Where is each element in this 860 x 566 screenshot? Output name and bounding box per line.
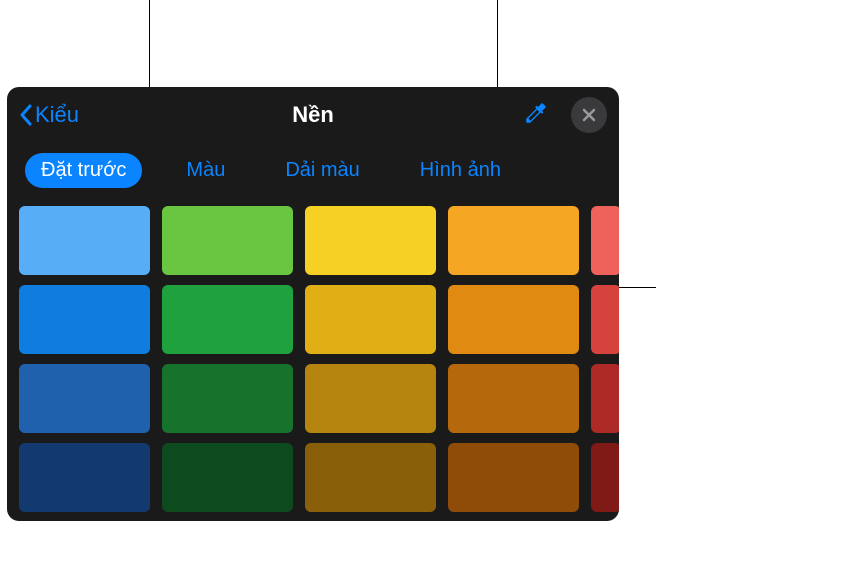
swatch-col-orange — [448, 206, 579, 512]
close-button[interactable] — [571, 97, 607, 133]
swatch[interactable] — [19, 285, 150, 354]
swatch-scroll[interactable] — [7, 206, 619, 521]
tab-bar: Đặt trước Màu Dải màu Hình ảnh — [7, 143, 619, 206]
page-title: Nền — [292, 102, 334, 128]
swatch[interactable] — [305, 364, 436, 433]
eyedropper-icon — [523, 100, 549, 126]
tab-gradient[interactable]: Dải màu — [269, 153, 375, 188]
swatch[interactable] — [448, 206, 579, 275]
close-icon — [581, 107, 597, 123]
panel-header: Kiểu Nền — [7, 87, 619, 143]
swatch[interactable] — [591, 443, 619, 512]
swatch-grid — [19, 206, 607, 512]
header-actions — [519, 96, 607, 135]
swatch[interactable] — [305, 443, 436, 512]
swatch-col-yellow — [305, 206, 436, 512]
swatch[interactable] — [19, 206, 150, 275]
swatch[interactable] — [305, 285, 436, 354]
back-label: Kiểu — [35, 102, 79, 128]
back-button[interactable]: Kiểu — [19, 102, 79, 128]
swatch-col-blue — [19, 206, 150, 512]
chevron-left-icon — [19, 104, 33, 126]
swatch[interactable] — [19, 443, 150, 512]
swatch[interactable] — [591, 206, 619, 275]
color-panel: Kiểu Nền Đặt trước Màu Dải màu Hình ảnh — [7, 87, 619, 521]
swatch[interactable] — [448, 443, 579, 512]
swatch[interactable] — [162, 285, 293, 354]
swatch[interactable] — [448, 285, 579, 354]
swatch[interactable] — [591, 285, 619, 354]
swatch-col-green — [162, 206, 293, 512]
tab-image[interactable]: Hình ảnh — [404, 153, 517, 188]
swatch[interactable] — [591, 364, 619, 433]
tab-preset[interactable]: Đặt trước — [25, 153, 142, 188]
tab-color[interactable]: Màu — [170, 153, 241, 188]
swatch[interactable] — [162, 364, 293, 433]
swatch[interactable] — [305, 206, 436, 275]
swatch[interactable] — [19, 364, 150, 433]
swatch[interactable] — [162, 206, 293, 275]
swatch[interactable] — [448, 364, 579, 433]
swatch-col-red — [591, 206, 619, 512]
eyedropper-button[interactable] — [519, 96, 553, 135]
swatch[interactable] — [162, 443, 293, 512]
